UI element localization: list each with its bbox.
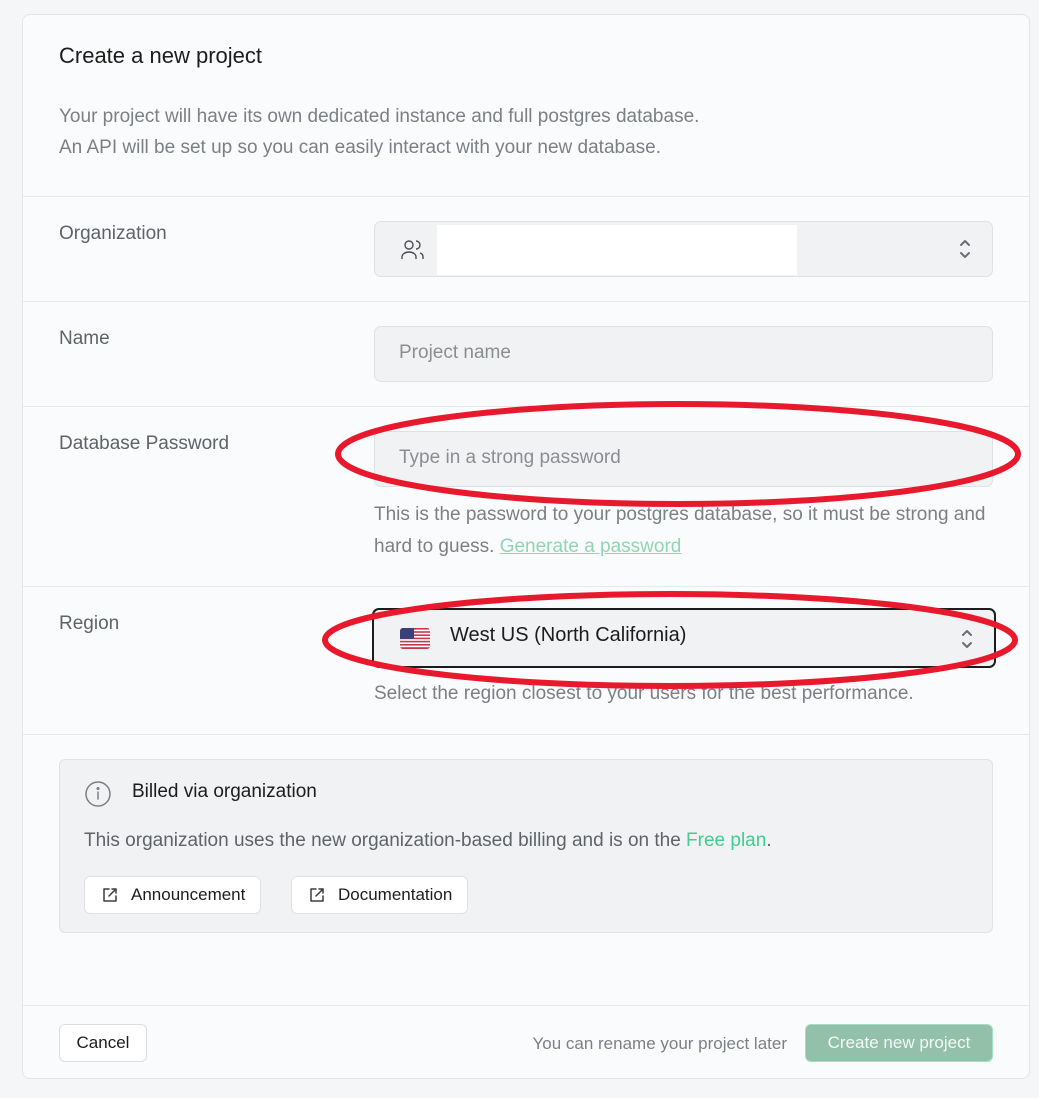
free-plan-label: Free plan: [686, 830, 767, 851]
region-value: West US (North California): [450, 624, 687, 646]
create-project-button[interactable]: Create new project: [805, 1024, 993, 1062]
users-icon: [401, 240, 424, 259]
region-row: Region West US (North California) Select…: [23, 587, 1029, 735]
announcement-label: Announcement: [131, 885, 246, 904]
external-link-icon: [103, 888, 117, 902]
generate-password-link[interactable]: Generate a password: [500, 536, 682, 557]
rename-note: You can rename your project later: [532, 1034, 787, 1053]
region-help: Select the region closest to your users …: [374, 683, 914, 704]
documentation-label: Documentation: [338, 885, 453, 904]
password-help: This is the password to your postgres da…: [374, 499, 994, 563]
password-row: Database Password Type in a strong passw…: [23, 407, 1029, 587]
us-flag-icon: [400, 628, 430, 649]
project-name-input[interactable]: Project name: [374, 326, 993, 382]
dialog-header: Create a new project Your project will h…: [23, 15, 1029, 197]
dialog-title: Create a new project: [59, 43, 262, 68]
organization-value: [437, 225, 797, 275]
dialog-footer: Cancel You can rename your project later…: [23, 1005, 1029, 1080]
name-label: Name: [59, 328, 110, 349]
announcement-button[interactable]: Announcement: [84, 876, 262, 914]
info-icon: [85, 781, 111, 807]
create-project-dialog: Create a new project Your project will h…: [22, 14, 1030, 1079]
dialog-description: Your project will have its own dedicated…: [59, 101, 699, 163]
organization-select[interactable]: [374, 221, 993, 277]
chevron-up-down-icon: [962, 630, 972, 648]
cancel-button[interactable]: Cancel: [59, 1024, 147, 1062]
billing-text-end: .: [766, 830, 772, 851]
billing-text-main: This organization uses the new organizat…: [84, 830, 687, 851]
external-link-icon: [310, 888, 324, 902]
organization-label: Organization: [59, 223, 167, 244]
database-password-input[interactable]: Type in a strong password: [374, 431, 993, 487]
project-name-placeholder: Project name: [399, 342, 511, 363]
documentation-button[interactable]: Documentation: [291, 876, 469, 914]
region-label: Region: [59, 613, 120, 634]
billing-title: Billed via organization: [132, 781, 317, 802]
description-line-1: Your project will have its own dedicated…: [59, 106, 700, 127]
billing-text: This organization uses the new organizat…: [84, 830, 772, 852]
password-label: Database Password: [59, 433, 230, 454]
description-line-2: An API will be set up so you can easily …: [59, 137, 661, 158]
name-row: Name Project name: [23, 302, 1029, 407]
region-select[interactable]: West US (North California): [372, 608, 996, 668]
organization-row: Organization: [23, 197, 1029, 302]
billing-notice: Billed via organization This organizatio…: [59, 759, 993, 933]
password-placeholder: Type in a strong password: [399, 447, 621, 468]
chevron-up-down-icon: [960, 240, 970, 258]
